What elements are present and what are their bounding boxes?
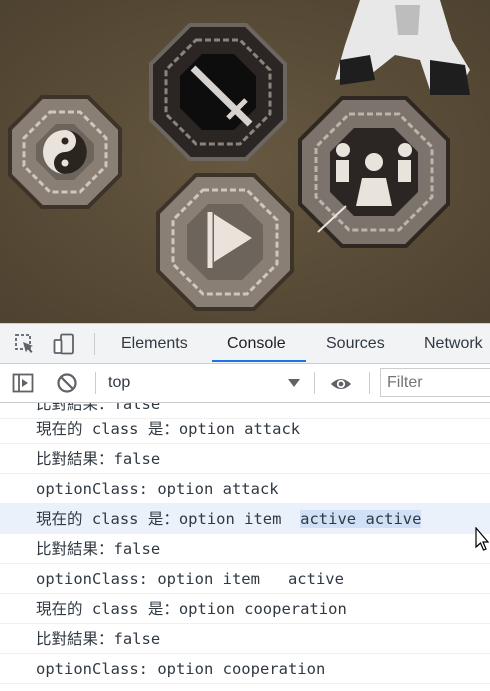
devtools-tab-bar: Elements Console Sources Network <box>0 323 490 364</box>
context-select[interactable]: top <box>108 364 130 402</box>
console-line: 現在的 class 是：option attack <box>0 414 490 444</box>
tab-network[interactable]: Network <box>424 324 483 363</box>
toolbar-divider <box>369 372 370 394</box>
console-line: 現在的 class 是：option cooperation <box>0 594 490 624</box>
console-text: optionClass: option item active <box>36 570 344 588</box>
console-text: 比對結果：false <box>36 450 161 468</box>
live-expression-eye-icon[interactable] <box>330 373 352 395</box>
console-text: 比對結果：false <box>36 403 161 413</box>
console-line: optionClass: option item active <box>0 564 490 594</box>
console-line: optionClass: option attack <box>0 474 490 504</box>
inspect-element-icon[interactable] <box>14 333 36 355</box>
selected-text: active active <box>300 510 422 528</box>
tab-sources[interactable]: Sources <box>326 324 385 363</box>
toolbar-divider <box>94 333 95 355</box>
flag-option[interactable] <box>156 173 294 311</box>
console-line: 比對結果：false <box>0 534 490 564</box>
yin-yang-option[interactable] <box>8 95 122 209</box>
console-text: 比對結果：false <box>36 540 161 558</box>
toolbar-divider <box>314 372 315 394</box>
console-text: optionClass: option attack <box>36 480 279 498</box>
active-tab-indicator <box>212 360 306 362</box>
console-output[interactable]: 比對結果：false 現在的 class 是：option attack 比對結… <box>0 403 490 691</box>
console-text: 比對結果：false <box>36 630 161 648</box>
game-scene <box>0 0 490 323</box>
tab-console[interactable]: Console <box>227 324 286 363</box>
console-toolbar: top <box>0 364 490 403</box>
clear-console-icon[interactable] <box>56 372 78 394</box>
game-area <box>0 0 490 323</box>
filter-input[interactable] <box>380 368 490 397</box>
console-text: optionClass: option cooperation <box>36 660 326 678</box>
tab-elements[interactable]: Elements <box>121 324 188 363</box>
cooperation-option[interactable] <box>298 96 450 248</box>
console-line: optionClass: option cooperation <box>0 654 490 684</box>
console-text: 現在的 class 是：option cooperation <box>36 600 347 618</box>
toolbar-divider <box>95 372 96 394</box>
chevron-down-icon[interactable] <box>288 379 300 387</box>
mouse-cursor-icon <box>475 527 489 551</box>
console-text: 現在的 class 是：option attack <box>36 420 301 438</box>
console-line: 比對結果：false <box>0 624 490 654</box>
console-line-highlighted: 現在的 class 是：option item active active <box>0 504 490 534</box>
yin-yang-icon <box>43 130 87 174</box>
device-toolbar-icon[interactable] <box>53 333 75 355</box>
console-text: 現在的 class 是：option item <box>36 510 301 528</box>
console-line: 比對結果：false <box>0 444 490 474</box>
attack-option[interactable] <box>149 23 287 161</box>
show-sidebar-icon[interactable] <box>12 372 34 394</box>
